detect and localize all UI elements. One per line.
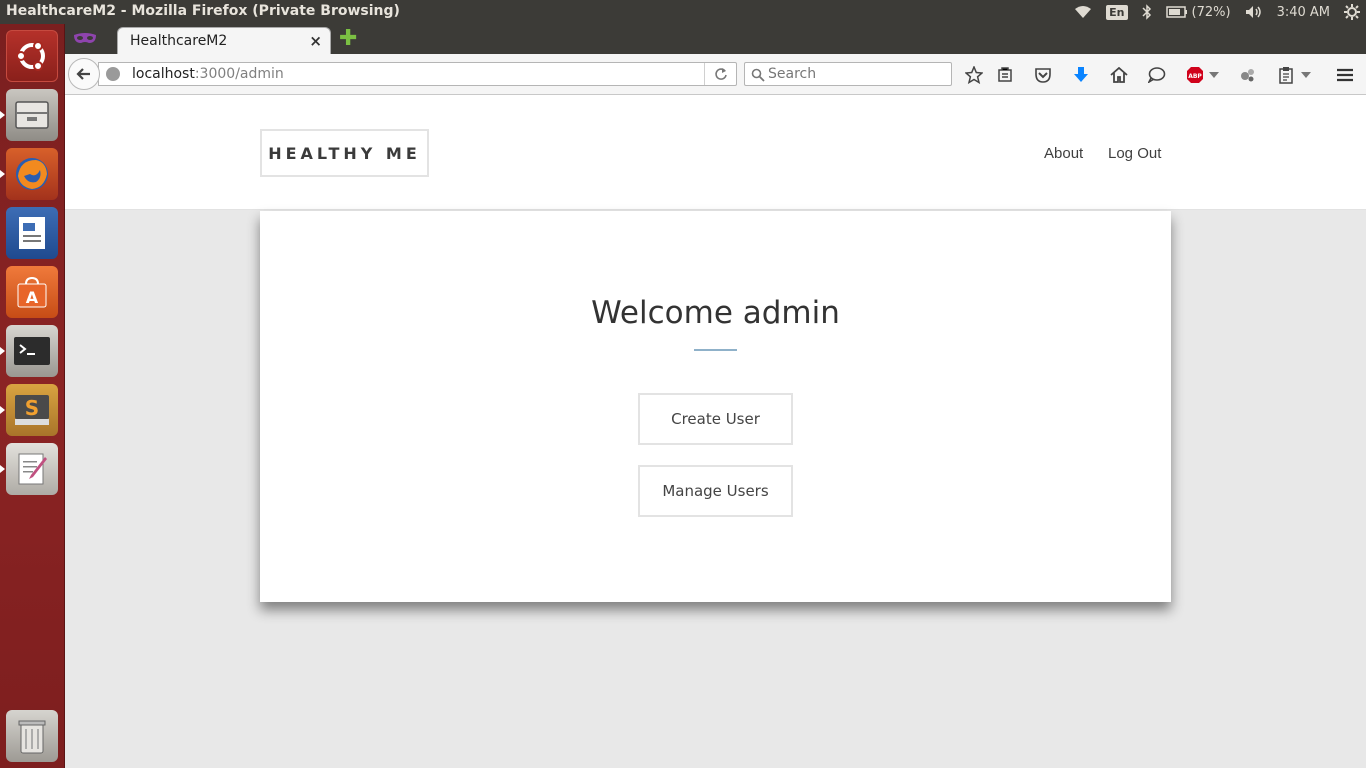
keyboard-layout-label: En (1106, 4, 1128, 20)
keyboard-layout-indicator[interactable]: En (1106, 0, 1128, 24)
text-editor-icon[interactable] (6, 443, 58, 495)
launcher-running-pip (0, 465, 5, 473)
site-logo[interactable]: HEALTHY ME (260, 129, 429, 177)
search-icon (751, 67, 765, 86)
terminal-icon[interactable] (6, 325, 58, 377)
launcher-running-pip (0, 406, 5, 414)
private-browsing-mask-icon (73, 30, 97, 48)
session-gear-icon[interactable] (1344, 0, 1360, 24)
pocket-icon[interactable] (1032, 64, 1054, 86)
adblock-plus-icon[interactable]: ABP (1184, 64, 1206, 86)
search-bar[interactable]: Search (744, 62, 952, 86)
home-icon[interactable] (1108, 64, 1130, 86)
launcher: A S (0, 24, 65, 768)
back-arrow-icon (76, 68, 90, 80)
svg-text:ABP: ABP (1188, 73, 1202, 80)
file-manager-icon[interactable] (6, 89, 58, 141)
create-user-button[interactable]: Create User (638, 393, 793, 445)
battery-icon (1165, 6, 1187, 18)
bluetooth-icon[interactable] (1141, 0, 1152, 24)
launcher-running-pip (0, 111, 5, 119)
adblock-dropdown-chevron-icon[interactable] (1207, 64, 1221, 86)
tab-bar: HealthcareM2 × ✚ (65, 24, 1366, 54)
site-header: HEALTHY ME About Log Out (65, 95, 1366, 210)
search-placeholder: Search (768, 66, 817, 82)
url-host: localhost (132, 66, 195, 82)
firefox-icon[interactable] (6, 148, 58, 200)
launcher-running-pip (0, 170, 5, 178)
clock[interactable]: 3:40 AM (1277, 0, 1330, 24)
window-title: HealthcareM2 - Mozilla Firefox (Private … (6, 3, 400, 19)
url-path: :3000/admin (194, 66, 284, 82)
top-panel: HealthcareM2 - Mozilla Firefox (Private … (0, 0, 1366, 24)
battery-percent: (72%) (1191, 4, 1231, 20)
battery-indicator[interactable]: (72%) (1165, 0, 1231, 24)
hamburger-menu-icon[interactable] (1334, 64, 1356, 86)
downloads-arrow-icon[interactable] (1070, 64, 1092, 86)
page-title: Welcome admin (591, 295, 840, 331)
navigation-toolbar: localhost:3000/admin Search ABP (65, 54, 1366, 95)
reload-icon[interactable] (704, 63, 736, 85)
url-bar[interactable]: localhost:3000/admin (98, 62, 737, 86)
launcher-running-pip (0, 347, 5, 355)
clipboard-icon[interactable] (1275, 64, 1297, 86)
writer-icon[interactable] (6, 207, 58, 259)
site-identity-globe-icon[interactable] (106, 67, 120, 81)
close-tab-icon[interactable]: × (309, 32, 322, 50)
wifi-icon[interactable] (1074, 0, 1092, 24)
nav-link-logout[interactable]: Log Out (1108, 145, 1161, 162)
bookmarks-menu-icon[interactable] (994, 64, 1016, 86)
overflow-chevron-icon[interactable] (1299, 64, 1313, 86)
svg-text:A: A (26, 288, 39, 307)
back-button[interactable] (68, 58, 100, 90)
ubuntu-dash-icon[interactable] (6, 30, 58, 82)
trash-icon[interactable] (6, 710, 58, 762)
url-text[interactable]: localhost:3000/admin (132, 66, 284, 82)
nav-link-about[interactable]: About (1044, 145, 1083, 162)
tab-healthcarem2[interactable]: HealthcareM2 × (117, 27, 331, 54)
chat-bubble-icon[interactable] (1146, 64, 1168, 86)
new-tab-plus-icon[interactable]: ✚ (339, 28, 357, 50)
heading-divider (694, 349, 737, 351)
volume-icon[interactable] (1245, 0, 1263, 24)
software-center-icon[interactable]: A (6, 266, 58, 318)
bookmark-star-icon[interactable] (963, 64, 985, 86)
tab-title: HealthcareM2 (130, 33, 228, 49)
extension-icon[interactable] (1237, 64, 1259, 86)
sublime-text-icon[interactable]: S (6, 384, 58, 436)
system-tray: En (72%) 3:40 AM (1074, 0, 1366, 24)
svg-text:S: S (25, 396, 39, 420)
manage-users-button[interactable]: Manage Users (638, 465, 793, 517)
admin-card: Welcome admin Create User Manage Users (260, 211, 1171, 602)
